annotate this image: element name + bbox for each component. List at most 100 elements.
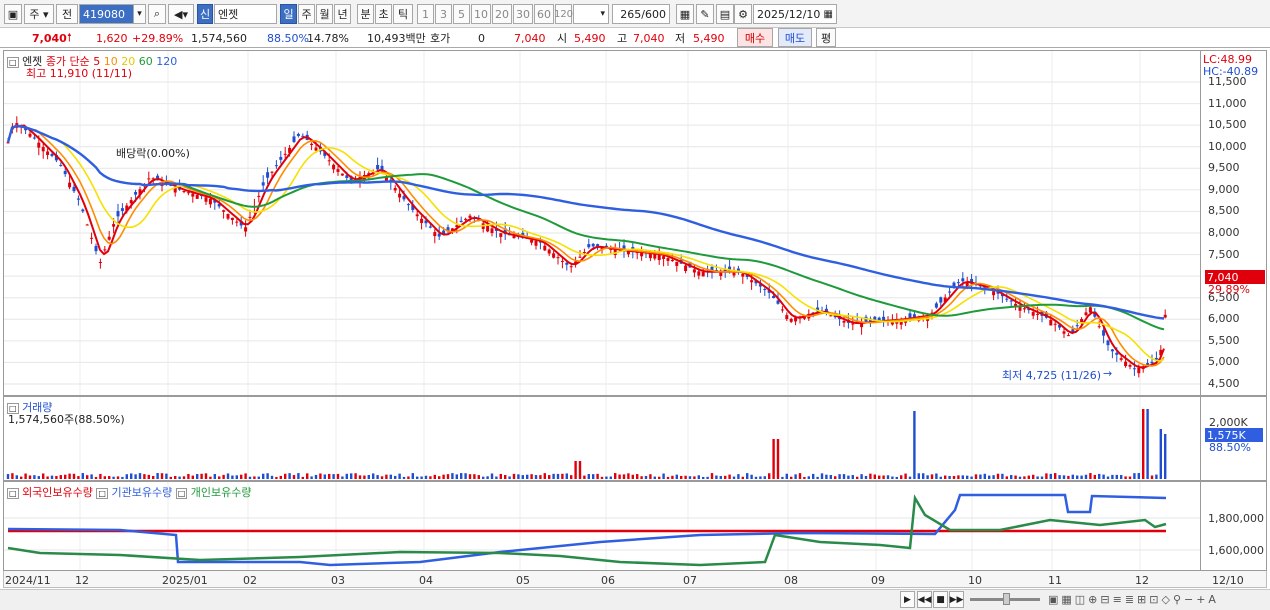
vol-tag: 1,575K [1205,428,1263,442]
collapse-icon[interactable]: □ [7,57,19,68]
collapse-icon[interactable]: □ [7,488,19,499]
volume-bar [50,475,54,479]
forward-icon[interactable]: ▶▶ [949,591,964,608]
volume-bar [59,475,62,479]
candle-body [486,225,490,232]
candle-body [961,278,965,282]
volume-bar [90,474,93,479]
volume-bar [702,476,705,479]
volume-bar [200,473,203,479]
volume-bar [517,474,520,479]
volume-bar [922,473,925,479]
legend-individual: 개인보유수량 [190,486,252,499]
candle-body [1031,312,1035,316]
candle-body [310,143,314,146]
volume-bar [81,473,84,479]
volume-bar [759,476,762,479]
candle-body [591,243,595,247]
x-label: 03 [331,574,345,587]
slider-handle[interactable] [1003,593,1010,605]
candle-body [772,295,776,299]
candle-body [780,309,784,311]
x-label: 07 [683,574,697,587]
volume-bar [116,476,120,479]
candle-body [1150,361,1154,364]
collapse-icon[interactable]: □ [96,488,108,499]
volume-bar [1027,475,1030,479]
price-tick: 7,500 [1208,247,1240,261]
volume-bar [675,474,678,479]
volume-bar [1089,473,1092,479]
collapse-icon[interactable]: □ [175,488,188,499]
x-label: 09 [871,574,885,587]
x-label: 08 [784,574,798,587]
volume-bar [957,475,960,479]
dividend-note: 배당락(0.00%) [116,147,190,160]
volume-bar [99,473,102,479]
x-label: 04 [419,574,433,587]
volume-bar [433,474,436,479]
volume-bar [988,475,991,479]
volume-bar [653,476,656,479]
ma-60-label: 60 [138,55,153,68]
candle-body [1110,349,1114,352]
volume-bar [108,476,111,479]
price-tick: 8,500 [1208,204,1240,218]
candle-body [248,216,252,218]
volume-bar [468,474,472,479]
holding-legend: □ 외국인보유수량 □ 기관보유수량 □ 개인보유수량 [7,484,252,500]
volume-bar [534,475,538,479]
volume-bar [882,475,885,479]
candle-body [261,182,265,186]
volume-bar [570,475,573,479]
candle-body [569,266,573,268]
volume-bar [614,473,617,479]
candle-body [147,178,151,180]
volume-bar [385,474,388,479]
volume-bar [248,476,252,479]
candle-body [274,165,278,167]
candle-body [1163,314,1167,318]
volume-bar [913,411,916,479]
volume-bar [156,473,159,479]
candle-body [332,164,336,170]
tool-icons[interactable]: ▣▦◫⊕⊟≡≣⊞⊡◇⚲−+A [1048,593,1219,606]
volume-bar [46,476,49,479]
stop-icon[interactable]: ■ [933,591,948,608]
volume-bar [253,476,256,479]
candle-body [393,187,397,191]
volume-bar [420,476,423,479]
candle-body [1080,319,1084,323]
volume-bar [455,474,458,479]
play-icon[interactable]: ▶ [900,591,915,608]
volume-bar [451,473,454,479]
volume-bar [596,473,599,479]
volume-bar [314,474,318,479]
volume-bar [970,476,973,479]
volume-bar [416,476,419,479]
volume-bar [825,474,828,479]
candle-body [283,153,287,155]
volume-bar [851,475,854,479]
candle-body [81,209,85,212]
volume-bar [1018,476,1022,479]
volume-bar [552,473,555,479]
volume-bar [477,475,480,479]
candle-body [1119,358,1123,360]
x-label: 10 [968,574,982,587]
volume-bar [847,475,850,479]
volume-bar [715,475,718,479]
legend-foreign: 외국인보유수량 [22,486,93,499]
candle-body [41,147,45,152]
candle-body [296,133,300,136]
volume-bar [609,476,612,479]
volume-bar [948,475,951,479]
price-tick: 8,000 [1208,226,1240,239]
volume-bar [24,473,27,479]
volume-bar [530,474,533,479]
volume-bar [583,475,586,479]
candle-body [314,147,318,151]
volume-bar [1062,475,1066,479]
rewind-icon[interactable]: ◀◀ [917,591,932,608]
volume-bar [209,476,212,479]
